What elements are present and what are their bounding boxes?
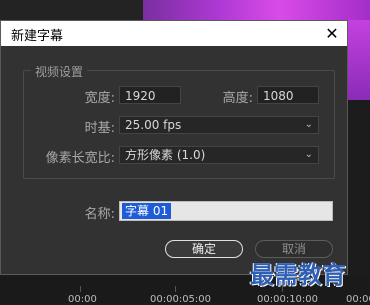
dialog-title: 新建字幕 — [11, 29, 64, 44]
width-field[interactable]: 1920 — [119, 86, 181, 104]
timecode: 00:00 — [346, 294, 370, 305]
chevron-down-icon: ⌄ — [304, 149, 313, 160]
chevron-down-icon: ⌄ — [304, 119, 313, 130]
ok-button[interactable]: 确定 — [165, 240, 243, 258]
timebase-value: 25.00 fps — [125, 118, 182, 132]
video-preview — [143, 0, 370, 20]
close-icon[interactable]: ✕ — [317, 21, 347, 46]
timecode: 00:00:10:00 — [257, 294, 319, 305]
width-label: 宽度: — [84, 91, 115, 106]
pixel-aspect-value: 方形像素 (1.0) — [125, 148, 206, 162]
pixel-aspect-label: 像素长宽比: — [45, 151, 115, 166]
timeline-tick — [175, 286, 176, 292]
timebase-label: 时基: — [84, 121, 115, 136]
height-label: 高度: — [222, 91, 253, 106]
pixel-aspect-select[interactable]: 方形像素 (1.0) ⌄ — [119, 146, 319, 164]
timecode: 00:00 — [68, 294, 97, 305]
timecode: 00:00:05:00 — [150, 294, 212, 305]
dialog-titlebar: 新建字幕 ✕ — [1, 21, 347, 46]
timeline-tick — [80, 286, 81, 292]
name-input[interactable]: 字幕 01 — [119, 201, 333, 221]
watermark-logo: 最需教育 — [250, 260, 346, 289]
video-settings-legend: 视频设置 — [31, 63, 88, 80]
name-label: 名称: — [84, 207, 115, 222]
new-caption-dialog: 新建字幕 ✕ 视频设置 宽度: 1920 高度: 1080 时基: 25.00 … — [0, 20, 348, 275]
name-input-selected-text: 字幕 01 — [122, 203, 172, 219]
height-field[interactable]: 1080 — [257, 86, 319, 104]
video-preview-edge — [348, 20, 370, 100]
timebase-select[interactable]: 25.00 fps ⌄ — [119, 116, 319, 134]
